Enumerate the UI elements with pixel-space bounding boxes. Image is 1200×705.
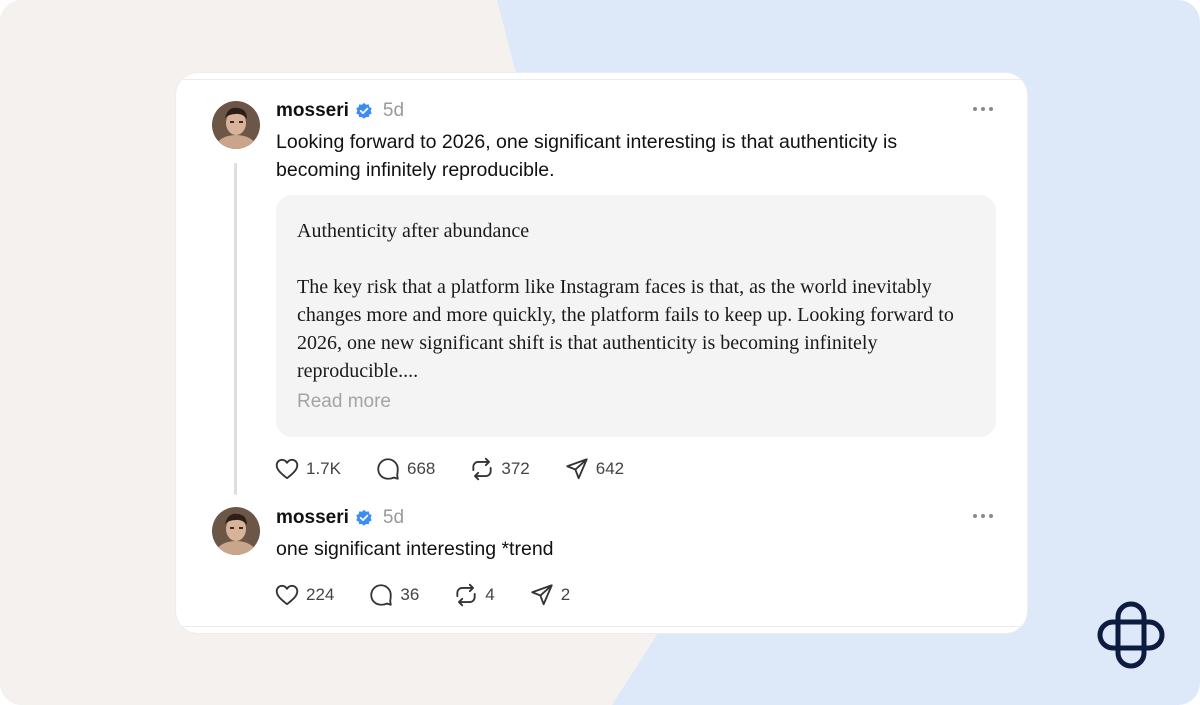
like-count: 224 [306,585,335,604]
avatar[interactable] [212,507,260,555]
repost-button[interactable]: 372 [469,456,530,482]
share-icon [566,458,588,480]
reply-button[interactable]: 36 [368,582,419,608]
heart-icon [275,458,299,480]
share-button[interactable]: 2 [529,582,570,608]
share-icon [531,584,553,606]
share-count: 642 [595,459,625,478]
post-actions: 224 36 4 2 [274,582,604,608]
username[interactable]: mosseri [276,100,349,122]
card-divider-top [176,79,1027,80]
card-divider-bottom [176,626,1027,627]
share-button[interactable]: 642 [564,456,624,482]
like-button[interactable]: 224 [274,582,334,608]
username[interactable]: mosseri [276,507,349,529]
repost-icon [456,583,476,607]
post-text: Looking forward to 2026, one significant… [276,131,898,181]
post-actions: 1.7K 668 372 642 [274,456,658,482]
post-header: mosseri 5d [276,507,404,529]
avatar[interactable] [212,101,260,149]
quote-body: The key risk that a platform like Instag… [297,276,954,382]
more-icon[interactable] [973,514,993,520]
threads-logo-icon [1097,601,1165,669]
timestamp: 5d [382,507,405,528]
thread-card: mosseri 5d Looking forward to 2026, one … [176,73,1027,633]
reply-icon [377,458,399,480]
read-more-link[interactable]: Read more [297,391,976,413]
quote-title: Authenticity after abundance [297,220,530,242]
verified-badge-icon [356,509,372,526]
reply-count: 668 [406,459,436,478]
repost-count: 372 [501,459,530,478]
repost-button[interactable]: 4 [453,582,495,608]
repost-count: 4 [485,585,495,604]
reply-count: 36 [400,585,420,604]
timestamp: 5d [382,100,405,121]
thread-line [234,163,237,495]
quoted-article[interactable]: Authenticity after abundance The key ris… [276,195,996,437]
like-button[interactable]: 1.7K [274,456,341,482]
share-count: 2 [560,585,571,604]
heart-icon [275,584,299,606]
like-count: 1.7K [306,459,341,478]
verified-badge-icon [356,102,372,119]
reply-icon [370,584,393,606]
more-icon[interactable] [973,107,993,113]
post-text: one significant interesting *trend [276,538,554,560]
repost-icon [472,457,492,481]
reply-button[interactable]: 668 [375,456,435,482]
post-header: mosseri 5d [276,100,404,122]
